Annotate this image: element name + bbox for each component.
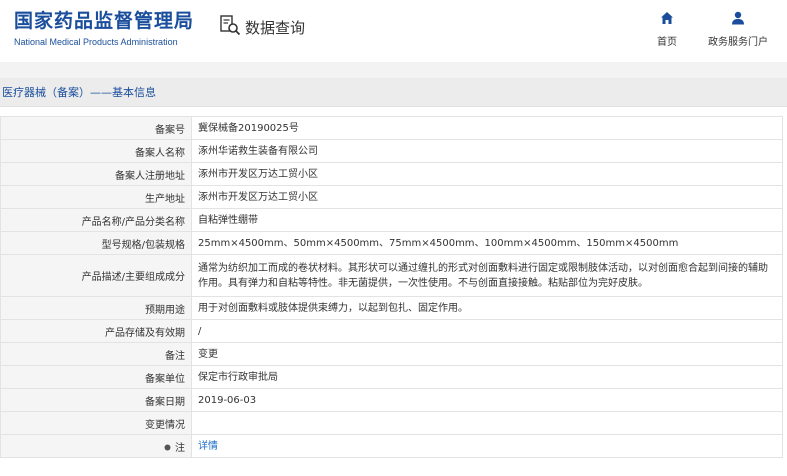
table-row: 备注 变更 [0,342,783,366]
header-gap [0,62,787,78]
table-row: 备案号 冀保械备20190025号 [0,116,783,140]
row-key: 备案单位 [0,365,192,389]
detail-table: 备案号 冀保械备20190025号 备案人名称 涿州华诺救生装备有限公司 备案人… [0,116,783,458]
row-key: 备案人注册地址 [0,162,192,186]
logo-english-title: National Medical Products Administration [14,37,178,47]
row-key: 产品描述/主要组成成分 [0,254,192,297]
table-row: 产品存储及有效期 / [0,319,783,343]
table-row: 产品描述/主要组成成分 通常为纺织加工而成的卷状材料。其形状可以通过缠扎的形式对… [0,254,783,297]
row-value: 用于对创面敷料或肢体提供束缚力，以起到包扎、固定作用。 [191,296,783,320]
row-key: 注 [175,442,185,454]
detail-table-wrapper: 备案号 冀保械备20190025号 备案人名称 涿州华诺救生装备有限公司 备案人… [0,107,787,458]
home-icon [660,10,674,29]
row-key: 型号规格/包装规格 [0,231,192,255]
row-value: 自粘弹性绷带 [191,208,783,232]
table-row: 变更情况 [0,411,783,435]
row-key: 备案日期 [0,388,192,412]
document-search-icon [219,14,241,40]
nav-home-label: 首页 [657,37,677,48]
table-row: 备案单位 保定市行政审批局 [0,365,783,389]
row-key: 变更情况 [0,411,192,435]
logo-chinese-title: 国家药品监督管理局 [14,10,195,32]
nav-service-portal[interactable]: 政务服务门户 [708,10,768,48]
row-value: 通常为纺织加工而成的卷状材料。其形状可以通过缠扎的形式对创面敷料进行固定或限制肢… [191,254,783,297]
details-link[interactable]: 详情 [198,441,218,452]
table-row: 生产地址 涿州市开发区万达工贸小区 [0,185,783,209]
row-value: 变更 [191,342,783,366]
table-row: 备案日期 2019-06-03 [0,388,783,412]
row-key: 备注 [0,342,192,366]
row-value: 保定市行政审批局 [191,365,783,389]
row-key: 生产地址 [0,185,192,209]
site-header: 国家药品监督管理局 National Medical Products Admi… [0,0,787,62]
row-key: 产品存储及有效期 [0,319,192,343]
row-key: 预期用途 [0,296,192,320]
site-logo[interactable]: 国家药品监督管理局 National Medical Products Admi… [14,10,194,47]
bullet-icon [164,443,175,454]
row-value: 2019-06-03 [191,388,783,412]
data-query-label: 数据查询 [245,18,306,37]
row-value: 涿州市开发区万达工贸小区 [191,162,783,186]
nav-service-label: 政务服务门户 [708,37,768,48]
table-row: 预期用途 用于对创面敷料或肢体提供束缚力，以起到包扎、固定作用。 [0,296,783,320]
row-value: 涿州华诺救生装备有限公司 [191,139,783,163]
row-key: 产品名称/产品分类名称 [0,208,192,232]
nav-home[interactable]: 首页 [657,10,677,48]
user-icon [731,10,745,29]
breadcrumb-text: 医疗器械（备案）——基本信息 [2,86,156,99]
data-query-title: 数据查询 [219,14,305,40]
row-value: 冀保械备20190025号 [191,116,783,140]
row-value: / [191,319,783,343]
row-value: 涿州市开发区万达工贸小区 [191,185,783,209]
table-row: 注 详情 [0,434,783,458]
table-row: 型号规格/包装规格 25mm×4500mm、50mm×4500mm、75mm×4… [0,231,783,255]
row-value: 25mm×4500mm、50mm×4500mm、75mm×4500mm、100m… [191,231,783,255]
table-row: 备案人名称 涿州华诺救生装备有限公司 [0,139,783,163]
breadcrumb: 医疗器械（备案）——基本信息 [0,78,787,107]
table-row: 产品名称/产品分类名称 自粘弹性绷带 [0,208,783,232]
row-key-note: 注 [0,434,192,458]
row-key: 备案号 [0,116,192,140]
row-value: 详情 [191,434,783,458]
row-value [191,411,783,435]
table-row: 备案人注册地址 涿州市开发区万达工贸小区 [0,162,783,186]
row-key: 备案人名称 [0,139,192,163]
